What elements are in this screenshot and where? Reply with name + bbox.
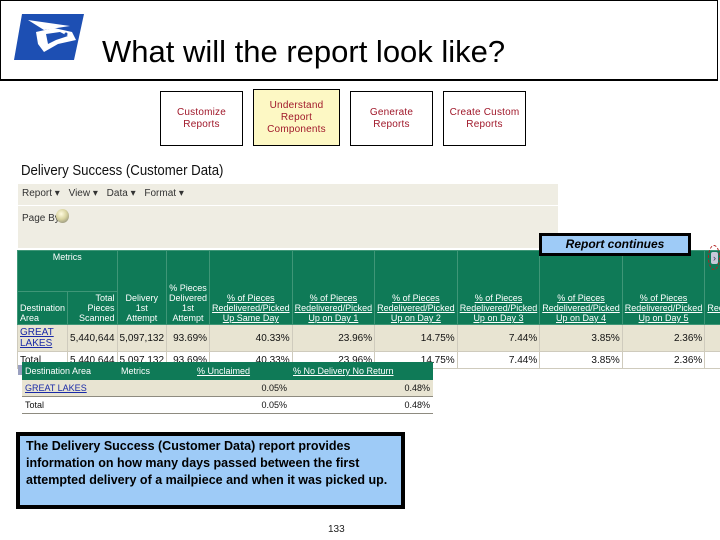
table-row: Total 0.05% 0.48% (22, 396, 433, 414)
scroll-right-icon[interactable]: › (711, 252, 718, 264)
col-day-1[interactable]: % of Pieces Redelivered/Picked Up on Day 1 (291, 250, 376, 325)
metrics-label: Metrics (17, 250, 118, 292)
menu-report[interactable]: Report ▾ (22, 188, 60, 199)
report-menubar: Report ▾ View ▾ Data ▾ Format ▾ (18, 184, 558, 206)
usps-eagle-logo (14, 14, 84, 60)
cell-day: 14.75% (374, 324, 458, 352)
cell-day: 7.31% (704, 324, 720, 352)
cell-day: 7.44% (456, 351, 541, 369)
step-generate-reports[interactable]: Generate Reports (350, 91, 433, 146)
col-delivery-1st: Delivery 1st Attempt (116, 250, 168, 325)
cell-day: 7.31% (704, 351, 720, 369)
page-number: 133 (328, 524, 345, 535)
col-day-0[interactable]: % of Pieces Redelivered/Picked Up Same Day (209, 250, 293, 325)
cell-no-delivery: 0.48% (290, 396, 433, 414)
menu-view[interactable]: View ▾ (69, 188, 98, 199)
cell-day: 23.96% (291, 324, 376, 352)
unclaimed-table: Destination Area Metrics % Unclaimed % N… (22, 362, 433, 414)
delivery-success-table: Metrics Delivery 1st Attempt % Pieces De… (16, 250, 720, 369)
col-metrics: Metrics (118, 362, 194, 380)
col-unclaimed[interactable]: % Unclaimed (194, 362, 290, 380)
cell-unclaimed: 0.05% (194, 396, 290, 414)
page-by-label: Page By (22, 213, 60, 224)
menu-data[interactable]: Data ▾ (107, 188, 136, 199)
menu-format[interactable]: Format ▾ (144, 188, 183, 199)
col-destination-area: Destination Area (22, 362, 118, 380)
table-row: GREAT LAKES 5,440,644 5,097,132 93.69% 4… (16, 324, 720, 352)
cell-pct: 93.69% (166, 324, 211, 352)
report-continues-callout: Report continues (539, 233, 691, 256)
cell-no-delivery: 0.48% (290, 380, 433, 397)
col-day-3[interactable]: % of Pieces Redelivered/Picked Up on Day 3 (456, 250, 541, 325)
table-row: GREAT LAKES 0.05% 0.48% (22, 380, 433, 397)
page-by-spacer (18, 228, 558, 248)
cell-day: 7.44% (456, 324, 541, 352)
col-day-5[interactable]: % of Pieces Redelivered/Picked Up on Day 5 (621, 250, 706, 325)
cell-day: 3.85% (539, 351, 623, 369)
col-destination-area: Destination Area (16, 291, 69, 325)
description-callout: The Delivery Success (Customer Data) rep… (16, 432, 405, 509)
cell-delivery: 5,097,132 (116, 324, 168, 352)
cell-day: 2.36% (621, 351, 706, 369)
cell-scanned: 5,440,644 (67, 324, 118, 352)
cell-day: 2.36% (621, 324, 706, 352)
step-understand-report-components[interactable]: Understand Report Components (253, 89, 340, 146)
cell-day: 40.33% (209, 324, 293, 352)
report-title: Delivery Success (Customer Data) (21, 162, 224, 179)
page-by-bar: Page By (18, 206, 558, 228)
col-day-2[interactable]: % of Pieces Redelivered/Picked Up on Day 2 (374, 250, 458, 325)
page-by-orb-icon[interactable] (56, 209, 69, 223)
col-pct-delivered: % Pieces Delivered 1st Attempt (166, 250, 211, 325)
col-day-4[interactable]: % of Pieces Redelivered/Picked Up on Day 4 (539, 250, 623, 325)
area-link-great-lakes[interactable]: GREAT LAKES (20, 327, 54, 349)
cell-area-total: Total (22, 396, 118, 414)
step-create-custom-reports[interactable]: Create Custom Reports (443, 91, 526, 146)
col-total-scanned: Total Pieces Scanned (67, 291, 118, 325)
cell-day: 3.85% (539, 324, 623, 352)
col-no-delivery[interactable]: % No Delivery No Return (290, 362, 433, 380)
cell-unclaimed: 0.05% (194, 380, 290, 397)
step-customize-reports[interactable]: Customize Reports (160, 91, 243, 146)
area-link-great-lakes[interactable]: GREAT LAKES (25, 383, 87, 393)
page-title: What will the report look like? (102, 34, 506, 69)
